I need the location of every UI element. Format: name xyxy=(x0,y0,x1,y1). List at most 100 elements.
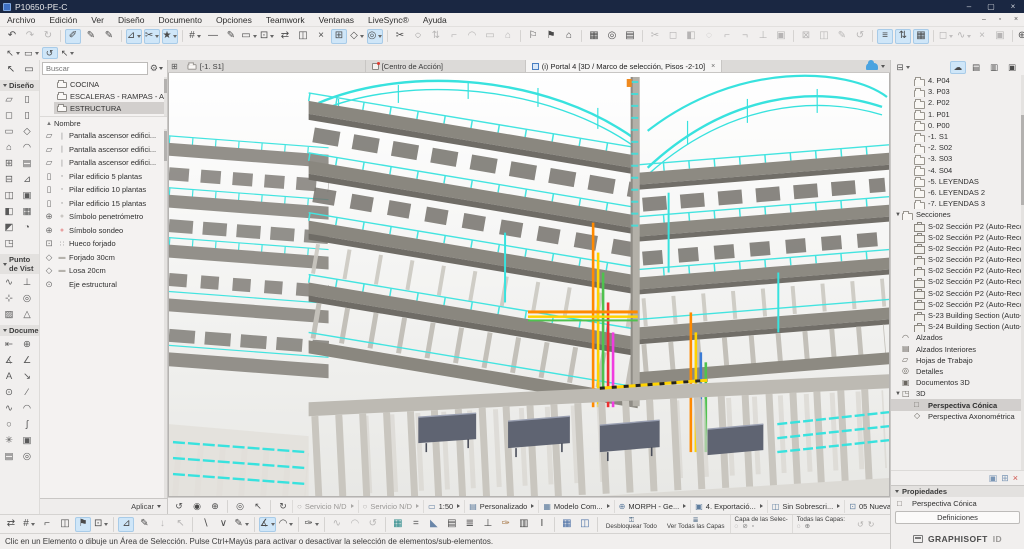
gear-icon[interactable]: ⚙ xyxy=(148,63,165,74)
anchor-icon[interactable]: ⊥ xyxy=(480,517,496,532)
item-pilar-5[interactable]: ▯▫Pilar edificio 5 plantas xyxy=(40,170,167,184)
wall-tool-icon[interactable]: ▱ xyxy=(1,93,17,108)
window-tool-icon[interactable]: ◻ xyxy=(1,109,17,124)
box-b-icon[interactable]: ◧ xyxy=(683,29,699,44)
guide-lines-icon[interactable]: ⊿ xyxy=(126,29,142,44)
grid-snap-icon[interactable]: # xyxy=(21,517,37,532)
group-secciones[interactable]: ▼ Secciones xyxy=(891,209,1024,220)
grid-b-icon[interactable]: ▦ xyxy=(913,29,929,44)
item-eje[interactable]: ⊙Eje estructural xyxy=(40,278,167,292)
apply-button[interactable]: Aplicar xyxy=(40,498,167,514)
story-p04[interactable]: 4. P04 xyxy=(891,75,1024,86)
child-minimize-button[interactable]: – xyxy=(976,16,992,23)
item-penetrometro[interactable]: ⊕●Símbolo penetrómetro xyxy=(40,210,167,224)
spline-tool-icon[interactable]: ∫ xyxy=(19,418,35,433)
wall-edit-icon[interactable]: ◫ xyxy=(816,29,832,44)
solid-op-icon[interactable]: ◣ xyxy=(426,517,442,532)
corner-guide-icon[interactable]: ⌐ xyxy=(39,517,55,532)
text-tool-icon[interactable]: A xyxy=(1,370,17,385)
arc-tool-icon[interactable]: ◠ xyxy=(19,402,35,417)
object-tool-icon[interactable]: ◫ xyxy=(1,189,17,204)
child-close-button[interactable]: × xyxy=(1008,16,1024,23)
guide-segment-icon[interactable]: — xyxy=(205,29,221,44)
story-p02[interactable]: 2. P02 xyxy=(891,97,1024,108)
undo-small-icon[interactable]: ↺ xyxy=(857,520,864,529)
menu-ver[interactable]: Ver xyxy=(84,14,111,26)
zoom-in-icon[interactable]: ⊕ xyxy=(207,500,223,513)
roof-tool-icon[interactable]: ⌂ xyxy=(1,141,17,156)
column-header-nombre[interactable]: ▲Nombre xyxy=(40,117,167,129)
child-restore-button[interactable]: ▫ xyxy=(992,16,1008,23)
viewport-3d[interactable] xyxy=(168,73,890,497)
shell-tool-icon[interactable]: ◠ xyxy=(19,141,35,156)
menu-archivo[interactable]: Archivo xyxy=(0,14,42,26)
search-elements-icon[interactable]: ◌ xyxy=(410,29,426,44)
section-s02-7[interactable]: S-02 Sección P2 (Auto-Reconstrucci xyxy=(891,288,1024,299)
group-detalles[interactable]: Detalles xyxy=(891,366,1024,377)
line-tool-icon[interactable]: ∕ xyxy=(19,386,35,401)
resize-icon[interactable]: ▭ xyxy=(482,29,498,44)
quick-modelo[interactable]: ▦Modelo Com... xyxy=(538,500,613,513)
copy-icon[interactable]: ▣ xyxy=(992,29,1008,44)
view-perspectiva-axonometrica[interactable]: Perspectiva Axonométrica xyxy=(891,411,1024,422)
item-sondeo[interactable]: ⊕●Símbolo sondeo xyxy=(40,224,167,238)
screen-a-icon[interactable]: ▦ xyxy=(559,517,575,532)
flip-icon[interactable]: ⇅ xyxy=(895,29,911,44)
project-map-icon[interactable]: ☁ xyxy=(950,61,966,74)
door-tool-icon[interactable]: ▯ xyxy=(19,93,35,108)
options-icon[interactable]: ◻ xyxy=(938,29,954,44)
item-pilar-15[interactable]: ▯▫Pilar edificio 15 plantas xyxy=(40,197,167,211)
menu-diseno[interactable]: Diseño xyxy=(111,14,151,26)
vertex-icon[interactable]: ∨ xyxy=(215,517,231,532)
pen-b-icon[interactable]: ✎ xyxy=(834,29,850,44)
morph-tool-icon[interactable]: ◩ xyxy=(1,221,17,236)
undo-icon[interactable]: ↶ xyxy=(4,29,20,44)
story-leyendas[interactable]: -5. LEYENDAS xyxy=(891,176,1024,187)
publisher-icon[interactable]: ▣ xyxy=(1004,61,1020,74)
close-button[interactable]: × xyxy=(1002,2,1024,11)
lock-icon[interactable]: ⊡ xyxy=(259,29,275,44)
hide-layer-icon[interactable]: ◌ xyxy=(735,524,739,531)
drag-icon[interactable]: ⇄ xyxy=(277,29,293,44)
story-p03[interactable]: 3. P03 xyxy=(891,86,1024,97)
wall-reference-icon[interactable]: ⚑ xyxy=(75,517,91,532)
orbit-tool-icon[interactable]: ↺ xyxy=(42,47,58,59)
item-hueco[interactable]: ⊡∷Hueco forjado xyxy=(40,237,167,251)
lock-layer-icon[interactable]: ⊘ xyxy=(742,524,747,531)
truss-tool-icon[interactable]: ◳ xyxy=(1,237,17,252)
camera-tool-icon[interactable]: ◎ xyxy=(19,292,35,307)
tab-overview-icon[interactable]: ⊞ xyxy=(168,60,181,72)
detail-tool-icon[interactable]: ◎ xyxy=(19,450,35,465)
relative-c-icon[interactable]: ↺ xyxy=(365,517,381,532)
find-icon[interactable]: ◌ xyxy=(701,29,717,44)
solo-layer-icon[interactable]: ▫ xyxy=(752,524,754,531)
magic-wand-icon[interactable]: ✑ xyxy=(303,517,319,532)
mark-icon[interactable]: ⊠ xyxy=(798,29,814,44)
group-documentos-3d[interactable]: Documentos 3D xyxy=(891,377,1024,388)
flag-white-icon[interactable]: ⚐ xyxy=(525,29,541,44)
inject-alt-icon[interactable]: ✎ xyxy=(101,29,117,44)
zone-tool-icon[interactable]: ◧ xyxy=(1,205,17,220)
section-s02-6[interactable]: S-02 Sección P2 (Auto-Reconstrucci xyxy=(891,276,1024,287)
menu-opciones[interactable]: Opciones xyxy=(209,14,259,26)
eye-all-icon[interactable]: ◌ xyxy=(797,524,801,531)
fillet-icon[interactable]: ◠ xyxy=(464,29,480,44)
arc-segment-icon[interactable]: ◠ xyxy=(278,517,295,532)
frame-icon[interactable]: ▣ xyxy=(773,29,789,44)
group-3d[interactable]: ▼ 3D xyxy=(891,388,1024,399)
toolbox-section-documento[interactable]: Documento xyxy=(0,325,39,336)
adjust-icon[interactable]: ⇅ xyxy=(428,29,444,44)
screen-b-icon[interactable]: ◫ xyxy=(577,517,593,532)
explore-icon[interactable]: ◎ xyxy=(232,500,248,513)
folder-escaleras[interactable]: ESCALERAS - RAMPAS - ASCEN xyxy=(54,90,167,102)
tab-portal-3d[interactable]: (i) Portal 4 [3D / Marco de selección, P… xyxy=(526,60,723,72)
link-icon[interactable]: ∿ xyxy=(956,29,972,44)
section-s02-3[interactable]: S-02 Sección P2 (Auto-Reconstrucci xyxy=(891,243,1024,254)
group-alzados[interactable]: Alzados xyxy=(891,332,1024,343)
intersect-icon[interactable]: ⌐ xyxy=(446,29,462,44)
tree-view-icon[interactable]: ⊟ xyxy=(895,61,911,74)
quick-sobrescritura[interactable]: ◫Sin Sobrescri... xyxy=(767,500,844,513)
quick-exportacion[interactable]: ▣4. Exportació... xyxy=(690,500,767,513)
radial-dim-tool-icon[interactable]: ⊕ xyxy=(19,338,35,353)
home-icon[interactable]: ⌂ xyxy=(561,29,577,44)
